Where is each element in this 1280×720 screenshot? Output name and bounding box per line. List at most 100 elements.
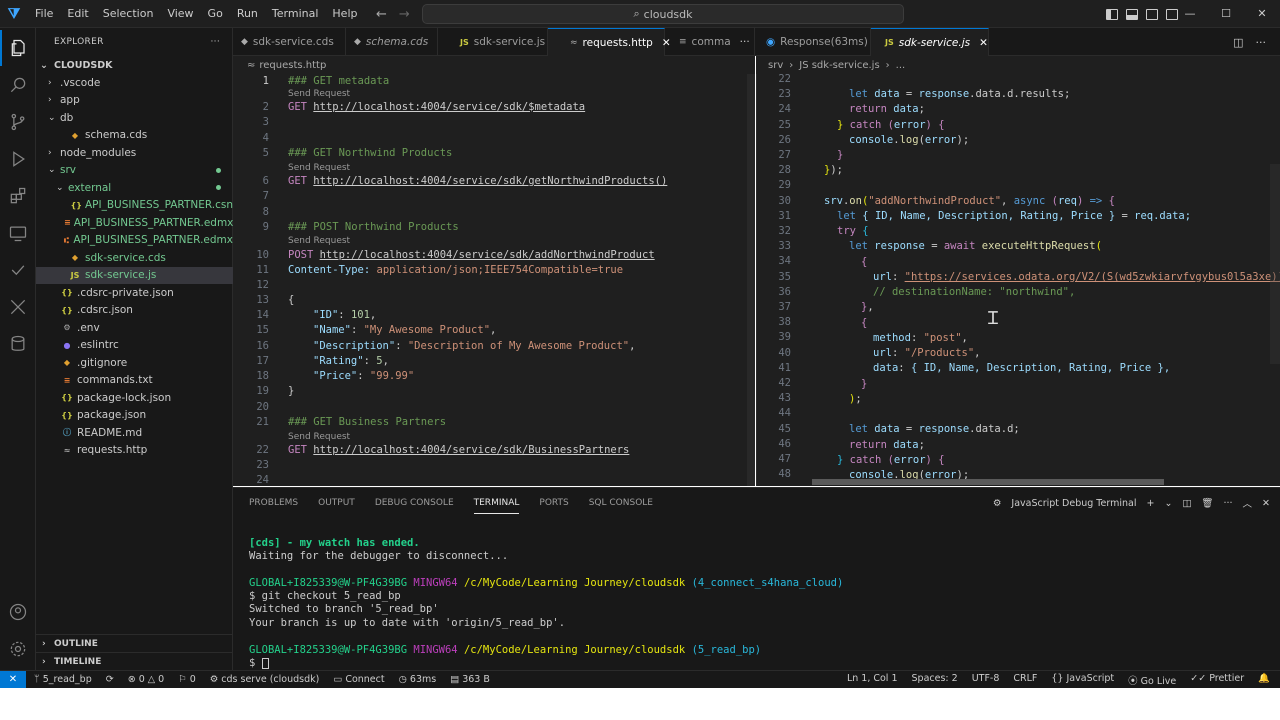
new-terminal-icon[interactable]: + [1146, 498, 1154, 509]
editor-sdk-service-js[interactable]: 22 23 24 25 26 27 28 29 30 31 32 33 34 35 36 37 38 39 40 41… [756, 74, 1280, 486]
tab-terminal[interactable]: TERMINAL [473, 492, 520, 514]
extensions-icon[interactable] [0, 178, 36, 214]
service-url[interactable]: "https://services.odata.org/V2/(S(wd5zwk… [905, 271, 1280, 283]
split-terminal-icon[interactable]: ◫ [1182, 498, 1191, 509]
branch-status[interactable]: ᛘ 5_read_bp [34, 674, 92, 685]
encoding[interactable]: UTF-8 [972, 673, 1000, 687]
testing-icon[interactable] [0, 252, 36, 288]
close-window-button[interactable]: ✕ [1244, 0, 1280, 28]
request-url[interactable]: http://localhost:4004/service/sdk/addNor… [320, 249, 655, 261]
task-status[interactable]: ⚙ cds serve (cloudsdk) [210, 674, 320, 685]
menu-terminal[interactable]: Terminal [265, 0, 326, 28]
tab-debug-console[interactable]: DEBUG CONSOLE [375, 498, 454, 508]
menu-file[interactable]: File [28, 0, 60, 28]
explorer-item[interactable]: ≡ API_BUSINESS_PARTNER.edmx [36, 214, 233, 232]
forward-arrow-icon[interactable]: → [399, 7, 410, 22]
chevron-down-icon[interactable]: ⌄ [1164, 498, 1172, 509]
tab-response[interactable]: ◉ Response(63ms) [756, 28, 871, 56]
explorer-item[interactable]: ◆ sdk-service.cds [36, 249, 233, 267]
indentation[interactable]: Spaces: 2 [912, 673, 958, 687]
tab-sdk-service-cds[interactable]: ◆ sdk-service.cds [233, 28, 346, 56]
more-actions-icon[interactable]: ··· [211, 37, 220, 47]
explorer-item[interactable]: ≡ commands.txt [36, 372, 233, 390]
terminal-input[interactable]: $ [249, 657, 269, 670]
explorer-item[interactable]: {} package.json [36, 407, 233, 425]
scrollbar[interactable] [1270, 164, 1280, 364]
back-arrow-icon[interactable]: ← [376, 7, 387, 22]
editor-requests-http[interactable]: 1 2 3 4 5 6 7 8 9 10 11 12 13 14 15 16 17 18 19 20 21 22 23 24 … [233, 74, 755, 486]
more-actions-icon[interactable]: ··· [1256, 36, 1267, 49]
scrollbar[interactable] [747, 74, 755, 486]
cursor-position[interactable]: Ln 1, Col 1 [847, 673, 898, 687]
maximize-button[interactable]: ☐ [1208, 0, 1244, 28]
response-size-status[interactable]: ▤ 363 B [450, 674, 490, 685]
more-tabs-icon[interactable]: ··· [740, 36, 750, 48]
command-center-search[interactable]: ⌕ cloudsdk [422, 4, 904, 24]
send-request-link[interactable]: Send Request [288, 89, 350, 99]
request-url[interactable]: http://localhost:4004/service/sdk/getNor… [313, 175, 667, 187]
tab-schema-cds[interactable]: ◆ schema.cds [346, 28, 438, 56]
explorer-item[interactable]: ⌄ db [36, 109, 233, 127]
tab-output[interactable]: OUTPUT [318, 498, 355, 508]
breadcrumb-item[interactable]: JS sdk-service.js [799, 60, 879, 71]
explorer-item[interactable]: {} package-lock.json [36, 389, 233, 407]
timeline-section[interactable]: › TIMELINE [36, 652, 233, 670]
horizontal-scrollbar[interactable] [812, 479, 1164, 485]
explorer-item[interactable]: {} .cdsrc.json [36, 302, 233, 320]
source-control-icon[interactable] [0, 104, 36, 140]
close-panel-icon[interactable]: ✕ [1262, 498, 1270, 509]
settings-gear-icon[interactable] [0, 631, 36, 667]
tab-ports[interactable]: PORTS [539, 498, 568, 508]
maximize-panel-icon[interactable]: ︿ [1243, 496, 1253, 510]
toggle-primary-sidebar-icon[interactable] [1106, 8, 1118, 20]
menu-run[interactable]: Run [230, 0, 265, 28]
files-icon[interactable] [0, 30, 36, 66]
minimize-button[interactable]: — [1172, 0, 1208, 28]
explorer-item[interactable]: › node_modules [36, 144, 233, 162]
workspace-root[interactable]: ⌄ CLOUDSDK [36, 56, 233, 74]
database-icon[interactable] [0, 326, 36, 362]
response-time-status[interactable]: ◷ 63ms [399, 674, 437, 685]
explorer-item[interactable]: ⌄ external [36, 179, 233, 197]
explorer-item[interactable]: › .vscode [36, 74, 233, 92]
prettier-status[interactable]: ✓✓ Prettier [1190, 673, 1244, 687]
explorer-item[interactable]: ⌄ srv [36, 162, 233, 180]
explorer-item[interactable]: ◆ .gitignore [36, 354, 233, 372]
remote-explorer-icon[interactable] [0, 215, 36, 251]
language-mode[interactable]: {} JavaScript [1051, 673, 1114, 687]
explorer-item[interactable]: {} .cdsrc-private.json [36, 284, 233, 302]
request-url[interactable]: http://localhost:4004/service/sdk/Busine… [313, 444, 629, 456]
request-url[interactable]: http://localhost:4004/service/sdk/$metad… [313, 101, 585, 113]
tab-requests-http[interactable]: ≈ requests.http ✕ [548, 28, 671, 56]
breadcrumb-item[interactable]: requests.http [259, 60, 326, 71]
tab-sdk-service-js-right[interactable]: JS sdk-service.js ✕ [871, 28, 989, 56]
explorer-item[interactable]: › app [36, 92, 233, 110]
menu-go[interactable]: Go [201, 0, 230, 28]
toggle-secondary-sidebar-icon[interactable] [1146, 8, 1158, 20]
problems-status[interactable]: ⊗ 0 △ 0 [128, 674, 164, 685]
tab-sdk-service-js[interactable]: JS sdk-service.js [438, 28, 548, 56]
outline-section[interactable]: › OUTLINE [36, 634, 233, 652]
breadcrumb-item[interactable]: ... [896, 60, 906, 71]
trash-icon[interactable]: 🗑 [1201, 498, 1213, 509]
tools-icon[interactable] [0, 289, 36, 325]
tab-commands[interactable]: ≡ comma ··· [665, 28, 755, 56]
send-request-link[interactable]: Send Request [288, 236, 350, 246]
more-actions-icon[interactable]: ··· [1223, 498, 1232, 509]
connect-status[interactable]: ▭ Connect [333, 674, 384, 685]
send-request-link[interactable]: Send Request [288, 432, 350, 442]
ports-status[interactable]: ⚐ 0 [178, 674, 196, 685]
close-icon[interactable]: ✕ [979, 37, 988, 49]
terminal-name[interactable]: JavaScript Debug Terminal [1011, 498, 1136, 509]
tab-problems[interactable]: PROBLEMS [249, 498, 298, 508]
menu-help[interactable]: Help [325, 0, 364, 28]
explorer-item[interactable]: ⓘ README.md [36, 424, 233, 442]
menu-view[interactable]: View [160, 0, 200, 28]
explorer-item[interactable]: ● .eslintrc [36, 337, 233, 355]
explorer-item[interactable]: {} API_BUSINESS_PARTNER.csn [36, 197, 233, 215]
account-icon[interactable] [0, 594, 36, 630]
remote-indicator-icon[interactable]: ✕ [0, 670, 26, 689]
line-ending[interactable]: CRLF [1013, 673, 1037, 687]
search-icon[interactable] [0, 67, 36, 103]
explorer-item[interactable]: ◆ schema.cds [36, 127, 233, 145]
